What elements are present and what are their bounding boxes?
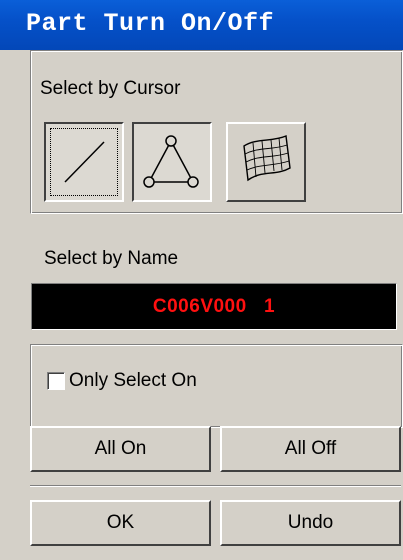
line-tool-icon bbox=[64, 141, 105, 183]
triangle-nodes-tool-icon bbox=[143, 135, 199, 188]
all-off-button[interactable]: All Off bbox=[220, 426, 401, 472]
mesh-surface-select-button[interactable] bbox=[226, 122, 306, 202]
undo-button[interactable]: Undo bbox=[220, 500, 401, 546]
select-by-name-label: Select by Name bbox=[44, 248, 179, 269]
only-select-on-label[interactable]: Only Select On bbox=[69, 370, 197, 392]
part-name-field[interactable]: C006V000 1 bbox=[31, 283, 397, 330]
line-select-button[interactable] bbox=[44, 122, 124, 202]
triangle-select-button[interactable] bbox=[132, 122, 212, 202]
ok-button[interactable]: OK bbox=[30, 500, 211, 546]
mesh-surface-tool-icon bbox=[243, 134, 291, 182]
dialog-panel: Select by Cursor Select by Name C006V000… bbox=[0, 50, 403, 560]
separator bbox=[30, 485, 401, 487]
window-title: Part Turn On/Off bbox=[26, 9, 275, 38]
select-by-cursor-label: Select by Cursor bbox=[40, 78, 181, 99]
only-select-on-checkbox[interactable] bbox=[47, 372, 65, 390]
all-on-button[interactable]: All On bbox=[30, 426, 211, 472]
title-bar[interactable]: Part Turn On/Off bbox=[0, 0, 403, 50]
